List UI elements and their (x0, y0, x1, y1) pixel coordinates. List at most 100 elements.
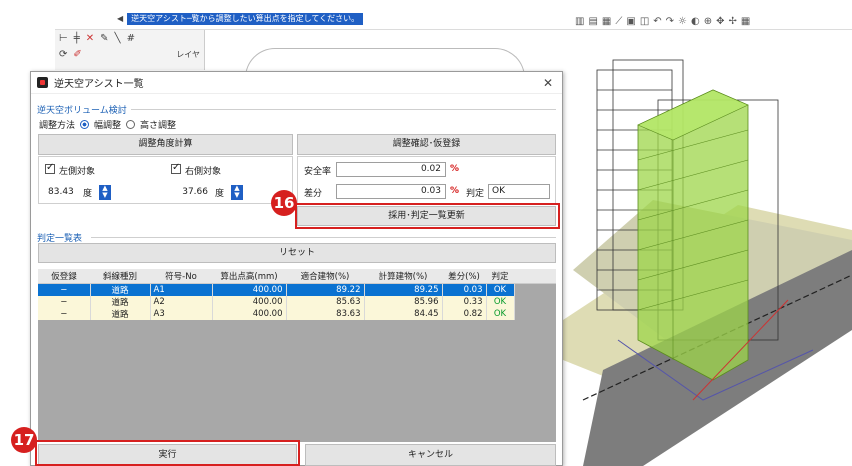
table-row[interactable]: − 道路 A1 400.00 89.22 89.25 0.03 OK (38, 283, 556, 296)
layout-icon[interactable]: ▥ (575, 16, 584, 27)
fit-icon[interactable]: ✢ (729, 16, 737, 27)
safety-value: 0.02 (336, 162, 446, 177)
cancel-button[interactable]: キャンセル (305, 444, 556, 466)
dialog-titlebar: 逆天空アシスト一覧 ✕ (31, 72, 562, 94)
cell: − (38, 295, 91, 308)
table-header: 仮登録 斜線種別 符号-No 算出点高(mm) 適合建物(%) 計算建物(%) … (38, 269, 556, 284)
cell: OK (486, 295, 515, 308)
cell: − (38, 283, 91, 296)
cross-tool-icon[interactable]: ╪ (74, 33, 80, 44)
col-header[interactable]: 仮登録 (38, 269, 90, 284)
cell: 85.96 (364, 295, 443, 308)
pencil-tool-icon[interactable]: ✐ (73, 49, 81, 60)
cell: 0.33 (442, 295, 487, 308)
cell: 0.82 (442, 307, 487, 320)
cell: 89.25 (364, 283, 443, 296)
line-tool-icon[interactable]: ⊢ (59, 33, 68, 44)
radio-height[interactable] (126, 120, 136, 129)
left-target-checkbox[interactable] (45, 162, 55, 174)
delete-tool-icon[interactable]: ✕ (86, 33, 94, 44)
cell: A2 (150, 295, 213, 308)
col-header[interactable]: 計算建物(%) (364, 269, 442, 284)
cell: 400.00 (212, 295, 287, 308)
radio-height-label[interactable]: 高さ調整 (140, 118, 176, 131)
col-header[interactable]: 適合建物(%) (286, 269, 364, 284)
right-angle-unit: 度 (215, 189, 225, 199)
undo-icon[interactable]: ↶ (653, 16, 661, 27)
status-message: 逆天空アシスト─覧から調整したい算出点を指定してください。 (127, 12, 364, 25)
hatch-tool-icon[interactable]: # (127, 33, 135, 44)
split-icon[interactable]: ▤ (588, 16, 597, 27)
step-badge-17: 17 (11, 427, 37, 453)
col-header[interactable]: 符号-No (150, 269, 212, 284)
cell: OK (486, 283, 515, 296)
angle-calc-button[interactable]: 調整角度計算 (38, 134, 293, 155)
drawing-tools: ⊢ ╪ ✕ ✎ ╲ # ⟳ ✐ レイヤ (55, 30, 205, 70)
measure-icon[interactable]: ⟋ (615, 16, 622, 27)
move-icon[interactable]: ✥ (716, 16, 724, 27)
cell: OK (486, 307, 515, 320)
collapse-arrow-icon[interactable]: ◀ (117, 14, 123, 23)
cell: 道路 (90, 295, 151, 308)
cell: − (38, 307, 91, 320)
right-angle-stepper[interactable]: ▲ ▼ (231, 185, 243, 200)
layer-button[interactable]: レイヤ (176, 49, 200, 60)
reset-button[interactable]: リセット (38, 243, 556, 263)
green-volume (637, 89, 749, 381)
safety-percent: % (450, 164, 460, 174)
adjust-method-row: 調整方法 幅調整 高さ調整 (39, 118, 176, 131)
cell: 0.03 (442, 283, 487, 296)
light-icon[interactable]: ☼ (678, 16, 687, 27)
cell: 道路 (90, 283, 151, 296)
plan-canvas[interactable] (205, 30, 563, 108)
table-icon[interactable]: ▦ (741, 16, 750, 27)
building-3d-view[interactable] (563, 30, 852, 466)
radio-width[interactable] (80, 120, 90, 129)
group-divider (131, 109, 556, 110)
cell-filler (514, 307, 556, 320)
volume-group-label: 逆天空ボリューム検討 (37, 106, 127, 116)
status-strip: ◀ 逆天空アシスト─覧から調整したい算出点を指定してください。 (117, 12, 364, 25)
redo-icon[interactable]: ↷ (666, 16, 674, 27)
reverse-sky-assist-dialog: 逆天空アシスト一覧 ✕ 逆天空ボリューム検討 調整方法 幅調整 高さ調整 調整角… (30, 71, 563, 466)
col-filler (514, 269, 556, 284)
judge-value: OK (488, 184, 550, 199)
cell: 83.63 (286, 307, 365, 320)
diag-tool-icon[interactable]: ╲ (115, 33, 121, 44)
left-angle-stepper[interactable]: ▲ ▼ (99, 185, 111, 200)
confirm-register-button[interactable]: 調整確認･仮登録 (297, 134, 556, 155)
judge-label: 判定 (466, 189, 485, 199)
right-target-label: 右側対象 (185, 167, 222, 177)
view-cube-icon[interactable]: ▣ (626, 16, 635, 27)
grid-icon[interactable]: ▦ (602, 16, 611, 27)
table-row[interactable]: − 道路 A3 400.00 83.63 84.45 0.82 OK (38, 307, 556, 320)
col-header[interactable]: 判定 (486, 269, 514, 284)
diff-label: 差分 (304, 189, 323, 199)
cell: 400.00 (212, 307, 287, 320)
pen-tool-icon[interactable]: ✎ (100, 33, 108, 44)
zoom-icon[interactable]: ⊕ (704, 16, 712, 27)
confirm-panel: 安全率 0.02 % 差分 0.03 % 判定 OK (297, 156, 556, 204)
dialog-title: 逆天空アシスト一覧 (54, 79, 144, 90)
diff-value: 0.03 (336, 184, 446, 199)
radio-width-label[interactable]: 幅調整 (94, 118, 121, 131)
col-header[interactable]: 斜線種別 (90, 269, 150, 284)
app-icon (37, 77, 48, 88)
camera-icon[interactable]: ◫ (640, 16, 649, 27)
angle-panel: 左側対象 右側対象 83.43 度 ▲▼ 37.66 度 ▲▼ (38, 156, 293, 204)
col-header[interactable]: 差分(%) (442, 269, 486, 284)
left-angle-value[interactable]: 83.43 (45, 185, 79, 200)
application-toolbar: ◀ 逆天空アシスト─覧から調整したい算出点を指定してください。 ▥ ▤ ▦ ⟋ … (55, 0, 852, 30)
cell: 400.00 (212, 283, 287, 296)
col-header[interactable]: 算出点高(mm) (212, 269, 286, 284)
cell: A3 (150, 307, 213, 320)
table-row[interactable]: − 道路 A2 400.00 85.63 85.96 0.33 OK (38, 295, 556, 308)
view-toolbar: ▥ ▤ ▦ ⟋ ▣ ◫ ↶ ↷ ☼ ◐ ⊕ ✥ ✢ ▦ (575, 14, 750, 28)
paint-icon[interactable]: ◐ (691, 16, 700, 27)
close-icon[interactable]: ✕ (534, 76, 562, 90)
right-angle-value[interactable]: 37.66 (177, 185, 211, 200)
right-target-checkbox[interactable] (171, 162, 181, 174)
rotate-tool-icon[interactable]: ⟳ (59, 49, 67, 60)
cell-filler (514, 283, 556, 296)
adjust-method-label: 調整方法 (39, 121, 76, 131)
